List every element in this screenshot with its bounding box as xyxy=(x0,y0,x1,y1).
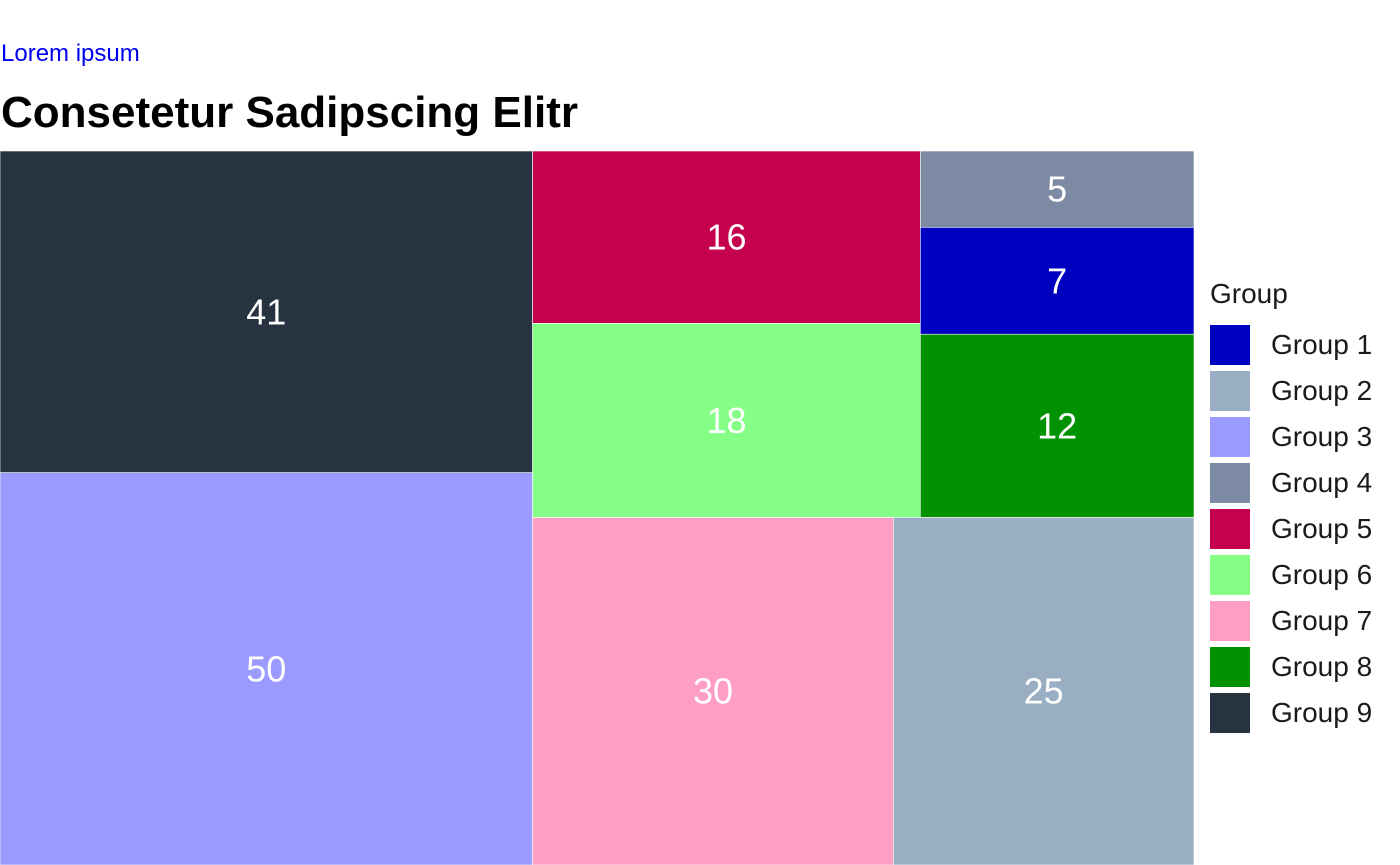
legend-swatch-group-4 xyxy=(1210,463,1250,503)
legend-swatch-group-5 xyxy=(1210,509,1250,549)
treemap-value-label-group-2: 25 xyxy=(1024,671,1064,712)
legend-label-group-4: Group 4 xyxy=(1271,467,1373,498)
legend-item-group-2: Group 2 xyxy=(1210,368,1395,414)
treemap-value-label-group-9: 41 xyxy=(246,291,286,332)
legend-label-group-6: Group 6 xyxy=(1271,559,1373,590)
legend-items: Group 1 Group 2 Group 3 Group 4 Group 5 Group… xyxy=(1210,322,1395,736)
legend-swatch-group-3 xyxy=(1210,417,1250,457)
legend-label-group-7: Group 7 xyxy=(1271,605,1373,636)
legend-swatch-group-1 xyxy=(1210,325,1250,365)
legend-item-group-5: Group 5 xyxy=(1210,506,1395,552)
legend-item-group-6: Group 6 xyxy=(1210,552,1395,598)
legend-label-group-3: Group 3 xyxy=(1271,421,1373,452)
legend-label-group-2: Group 2 xyxy=(1271,375,1373,406)
treemap-chart: 41 50 16 18 5 7 12 30 25 xyxy=(0,150,1195,865)
treemap-value-label-group-4: 5 xyxy=(1047,169,1067,210)
treemap-value-label-group-1: 7 xyxy=(1047,260,1067,301)
treemap-value-label-group-8: 12 xyxy=(1037,405,1077,446)
treemap-value-label-group-3: 50 xyxy=(246,648,286,689)
legend-item-group-8: Group 8 xyxy=(1210,644,1395,690)
treemap-value-label-group-5: 16 xyxy=(706,217,746,258)
legend-label-group-8: Group 8 xyxy=(1271,651,1373,682)
treemap-value-label-group-7: 30 xyxy=(693,671,733,712)
legend-label-group-5: Group 5 xyxy=(1271,513,1373,544)
legend: Group Group 1 Group 2 Group 3 Group 4 Group … xyxy=(1210,276,1395,736)
legend-item-group-7: Group 7 xyxy=(1210,598,1395,644)
legend-label-group-9: Group 9 xyxy=(1271,697,1373,728)
treemap-value-label-group-6: 18 xyxy=(706,400,746,441)
legend-label-group-1: Group 1 xyxy=(1271,329,1373,360)
legend-swatch-group-9 xyxy=(1210,693,1250,733)
legend-swatch-group-8 xyxy=(1210,647,1250,687)
legend-item-group-3: Group 3 xyxy=(1210,414,1395,460)
legend-swatch-group-2 xyxy=(1210,371,1250,411)
legend-swatch-group-6 xyxy=(1210,555,1250,595)
legend-item-group-4: Group 4 xyxy=(1210,460,1395,506)
legend-item-group-9: Group 9 xyxy=(1210,690,1395,736)
legend-title: Group xyxy=(1210,278,1288,309)
legend-item-group-1: Group 1 xyxy=(1210,322,1395,368)
legend-swatch-group-7 xyxy=(1210,601,1250,641)
